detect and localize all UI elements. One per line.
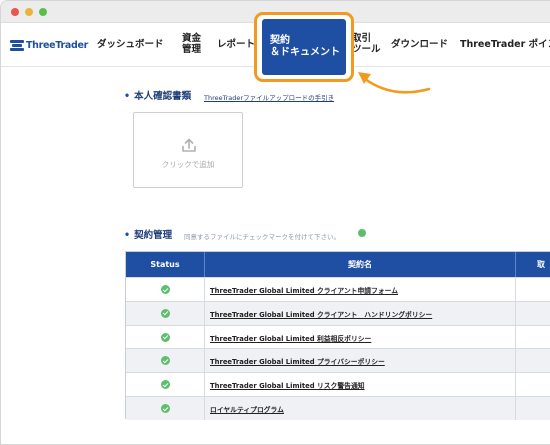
hint-check-icon (358, 229, 366, 237)
contract-link[interactable]: ThreeTrader Global Limited クライアント ハンドリング… (210, 309, 432, 319)
nav-item-trading-tools-line1: 取引 (352, 33, 372, 44)
minimize-window-button[interactable] (25, 8, 33, 16)
contracts-section-title: • 契約管理 (124, 227, 172, 241)
nav-item-funds-line2: 管理 (182, 44, 202, 55)
nav-item-contracts-line2: ＆ドキュメント (270, 47, 340, 58)
bullet-icon: • (124, 230, 131, 241)
contracts-title-text: 契約管理 (134, 230, 173, 241)
upload-label: クリックで追加 (161, 160, 215, 169)
browser-window: ThreeTrader ダッシュボード 資金 管理 レポート 取引 ツール ダウ… (0, 0, 550, 445)
contract-link[interactable]: ロイヤルティプログラム (210, 404, 284, 414)
nav-item-points[interactable]: ThreeTrader ポイント (460, 39, 550, 51)
identity-title-text: 本人確認書類 (134, 91, 192, 102)
column-header-extra: 取 (537, 260, 545, 269)
table-header: Status 契約名 取 (126, 252, 550, 277)
nav-item-trading-tools[interactable]: 取引 ツール (352, 33, 381, 55)
bullet-icon: • (124, 91, 131, 102)
column-divider (515, 277, 516, 420)
status-check-icon (161, 332, 170, 342)
column-header-name: 契約名 (348, 260, 372, 269)
contract-link[interactable]: ThreeTrader Global Limited クライアント申請フォーム (210, 285, 398, 295)
nav-item-dashboard[interactable]: ダッシュボード (97, 39, 164, 51)
nav-item-funds[interactable]: 資金 管理 (182, 33, 201, 55)
contracts-hint: 同意するファイルにチェックマークを付けて下さい。 (184, 233, 340, 241)
contract-link[interactable]: ThreeTrader Global Limited リスク警告通知 (210, 380, 365, 390)
status-check-icon (161, 285, 170, 294)
column-divider (204, 277, 205, 420)
table-row: ロイヤルティプログラム (126, 396, 550, 420)
nav-item-trading-tools-line2: ツール (352, 44, 381, 55)
status-check-icon (161, 308, 170, 318)
nav-item-contracts-documents[interactable]: 契約 ＆ドキュメント (262, 19, 346, 75)
table-row: ThreeTrader Global Limited 利益相反ポリシー (126, 324, 550, 349)
pointer-arrow-icon (358, 72, 431, 94)
document-upload-box[interactable]: クリックで追加 (133, 112, 243, 188)
logo-icon (10, 39, 24, 51)
brand-logo[interactable]: ThreeTrader (10, 38, 88, 52)
table-row: ThreeTrader Global Limited クライアント申請フォーム (126, 277, 550, 301)
contracts-table: Status 契約名 取 ThreeTrader Global Limited … (125, 251, 550, 420)
table-row: ThreeTrader Global Limited リスク警告通知 (126, 372, 550, 396)
nav-item-reports[interactable]: レポート (217, 39, 255, 51)
upload-icon (182, 138, 196, 152)
column-header-status: Status (150, 260, 180, 269)
contract-link[interactable]: ThreeTrader Global Limited プライバシーポリシー (210, 356, 385, 366)
maximize-window-button[interactable] (39, 8, 47, 16)
table-row: ThreeTrader Global Limited プライバシーポリシー (126, 348, 550, 373)
upload-guide-link[interactable]: ThreeTraderファイルアップロードの手引き (204, 92, 334, 102)
nav-item-contracts-line1: 契約 (270, 35, 290, 46)
contract-link[interactable]: ThreeTrader Global Limited 利益相反ポリシー (210, 333, 371, 343)
status-check-icon (161, 380, 170, 390)
table-row: ThreeTrader Global Limited クライアント ハンドリング… (126, 300, 550, 325)
brand-name: ThreeTrader (26, 39, 88, 51)
close-window-button[interactable] (11, 8, 19, 16)
status-check-icon (161, 356, 170, 366)
nav-item-downloads[interactable]: ダウンロード (391, 39, 448, 51)
nav-item-funds-line1: 資金 (182, 33, 202, 44)
status-check-icon (161, 404, 170, 413)
identity-section-title: • 本人確認書類 (124, 88, 191, 102)
